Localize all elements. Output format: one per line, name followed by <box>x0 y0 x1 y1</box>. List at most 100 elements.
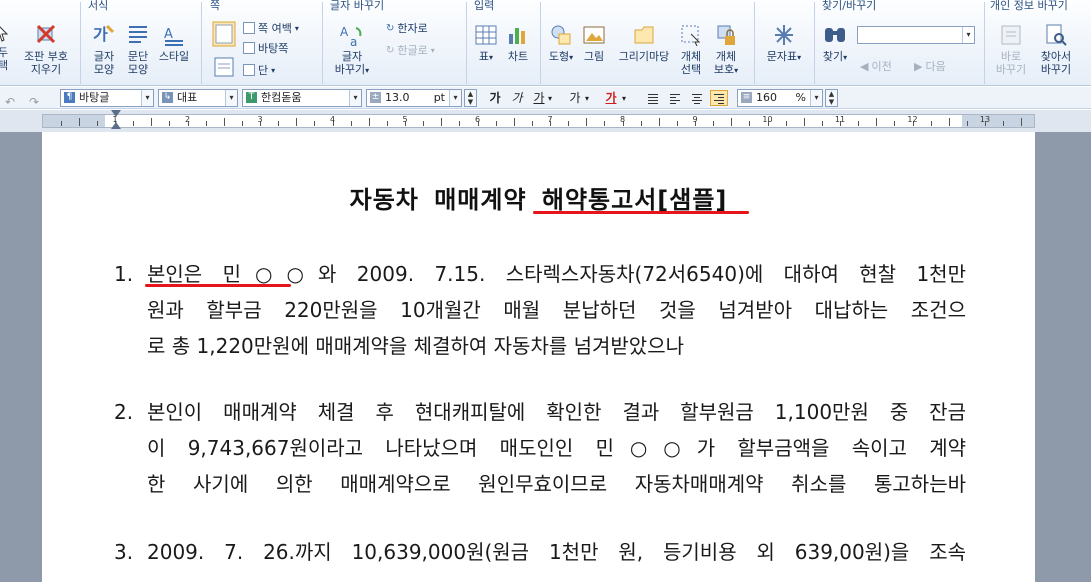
table-button[interactable]: 표▾ <box>472 22 500 64</box>
char-change-button[interactable]: Aa 글자 바꾸기▾ <box>330 22 374 77</box>
columns-label: 단 <box>258 64 269 77</box>
svg-text:가: 가 <box>93 25 108 44</box>
ruler-tick <box>586 118 588 126</box>
redo-button[interactable]: ↷ <box>28 90 46 109</box>
shape-icon <box>551 25 571 45</box>
char-shape-button[interactable]: 가 글자 모양 <box>88 22 120 76</box>
dropdown-arrow-icon: ▾ <box>489 53 494 62</box>
strikethrough-dropdown-icon[interactable]: ▾ <box>583 90 591 107</box>
ribbon-separator <box>466 2 467 84</box>
dropdown-arrow-icon: ▾ <box>271 65 276 75</box>
horizontal-ruler[interactable]: 1 2 3 4 5 6 7 8 9 10 11 12 13 <box>0 110 1091 132</box>
underline-dropdown-icon[interactable]: ▾ <box>546 90 554 107</box>
shape-button[interactable]: 도형▾ <box>546 22 576 64</box>
find-dropdown-icon[interactable]: ▾ <box>962 27 974 43</box>
clear-format-button[interactable]: 조판 부호 지우기 <box>20 22 72 76</box>
paragraph-3: 3. 2009. 7. 26.까지 10,639,000원(원금 1천만 원, … <box>114 534 966 570</box>
bold-button[interactable]: 가 <box>488 90 502 107</box>
page-bg-button[interactable]: 바탕쪽 <box>243 40 288 56</box>
draw-pad-button[interactable]: 그리기마당 <box>612 22 676 63</box>
group-title-format: 서식 <box>88 0 109 12</box>
redo-icon: ↷ <box>29 95 40 109</box>
find-button[interactable]: 찾기▾ <box>818 22 852 64</box>
document-workspace: 자동차 매매계약 해약통고서[샘플] 1. 본인은 민○○와 2009. 7.1… <box>0 132 1091 582</box>
align-left-button[interactable] <box>666 90 684 106</box>
chart-label: 차트 <box>507 50 529 63</box>
table-icon <box>475 25 497 45</box>
partial-button[interactable]: 두 택 <box>0 22 12 72</box>
align-right-button[interactable] <box>710 90 728 106</box>
first-line-indent-handle[interactable] <box>111 110 121 117</box>
picture-button[interactable]: 그림 <box>580 22 608 63</box>
ruler-tick <box>749 121 751 126</box>
style-select[interactable]: ¶ 바탕글 ▾ <box>60 89 154 107</box>
svg-text:A: A <box>164 27 173 42</box>
paragraph-number: 3. <box>114 540 134 564</box>
para-shape-label: 문단 모양 <box>127 50 149 76</box>
chart-button[interactable]: 차트 <box>502 22 534 63</box>
change-now-button[interactable]: 바로 바꾸기 <box>992 22 1030 76</box>
font-select[interactable]: T 한컴돋움 ▾ <box>242 89 362 107</box>
ruler-tick <box>423 121 425 126</box>
hangul-button[interactable]: ↻ 한글로 ▾ <box>386 42 435 58</box>
dropdown-arrow-icon: ▾ <box>365 66 370 75</box>
line-spacing-spinner[interactable]: ▲ ▼ <box>825 89 838 107</box>
ruler-number: 9 <box>692 115 698 124</box>
language-select-value: 대표 <box>177 91 198 104</box>
ruler-tick <box>640 121 642 126</box>
columns-icon <box>243 64 255 76</box>
ruler-number: 4 <box>329 115 336 124</box>
ruler-track[interactable]: 1 2 3 4 5 6 7 8 9 10 11 12 13 <box>42 114 1035 128</box>
font-color-button[interactable]: 가 <box>604 90 618 107</box>
paragraph-line: 2009. 7. 26.까지 10,639,000원(원금 1천만 원, 등기비… <box>147 540 966 564</box>
underline-button[interactable]: 가 <box>532 90 546 107</box>
ruler-tick <box>1021 118 1023 126</box>
paragraph-line: 한 사기에 의한 매매계약으로 원인무효이므로 자동차매매계약 취소를 통고하는… <box>147 472 966 496</box>
find-change-button[interactable]: 찾아서 바꾸기 <box>1034 22 1078 76</box>
style-button[interactable]: A 스타일 <box>156 22 192 63</box>
name-underline-annotation <box>145 284 291 287</box>
ruler-tick <box>151 118 153 126</box>
ruler-tick <box>459 121 461 126</box>
find-next-button[interactable]: ▶ 다음 <box>914 58 946 74</box>
para-shape-button[interactable]: 문단 모양 <box>122 22 154 76</box>
style-select-value: 바탕글 <box>79 91 110 104</box>
align-justify-icon <box>648 94 658 95</box>
object-protect-button[interactable]: 개체 보호▾ <box>708 22 744 77</box>
dropdown-arrow-icon: ▾ <box>734 66 739 75</box>
document-page[interactable]: 자동차 매매계약 해약통고서[샘플] 1. 본인은 민○○와 2009. 7.1… <box>42 132 1035 582</box>
ruler-tick <box>658 118 660 126</box>
font-size-input[interactable]: ± 13.0 pt ▾ <box>366 89 462 107</box>
font-size-spinner[interactable]: ▲ ▼ <box>464 89 477 107</box>
columns-button[interactable]: 단 ▾ <box>243 62 275 78</box>
group-title-find-change: 찾기/바꾸기 <box>822 0 877 12</box>
group-title-page: 쪽 <box>210 0 221 12</box>
find-prev-button[interactable]: ◀ 이전 <box>860 58 892 74</box>
hanja-button[interactable]: ↻ 한자로 <box>386 20 428 36</box>
find-change-icon <box>1046 24 1067 46</box>
object-select-button[interactable]: 개체 선택 <box>678 22 704 76</box>
dropdown-arrow-icon: ▾ <box>430 45 435 55</box>
char-change-label: 글자 바꾸기 <box>334 50 366 76</box>
language-select[interactable]: ↳ 대표 ▾ <box>158 89 238 107</box>
page-border-button[interactable] <box>208 56 240 80</box>
line-spacing-input[interactable]: ≡ 160 % ▾ <box>737 89 823 107</box>
binoculars-icon <box>825 28 845 42</box>
strikethrough-button[interactable]: 가 <box>568 90 582 107</box>
find-input[interactable]: ▾ <box>857 26 975 44</box>
italic-button[interactable]: 가 <box>510 90 524 107</box>
align-justify-button[interactable] <box>644 90 662 106</box>
page-setup-button[interactable] <box>208 20 240 50</box>
align-center-button[interactable] <box>688 90 706 106</box>
undo-button[interactable]: ↶ <box>4 90 22 109</box>
page-margin-label: 쪽 여백 <box>258 22 292 35</box>
page-margin-button[interactable]: 쪽 여백 ▾ <box>243 20 299 36</box>
char-map-button[interactable]: 문자표▾ <box>762 22 806 64</box>
font-color-dropdown-icon[interactable]: ▾ <box>620 90 628 107</box>
ruler-tick <box>531 121 533 126</box>
picture-label: 그림 <box>583 50 605 63</box>
left-indent-handle[interactable] <box>111 122 121 129</box>
arrow-left-icon: ◀ <box>860 59 869 73</box>
chevron-down-icon: ▾ <box>349 90 361 106</box>
ruler-tick <box>858 121 860 126</box>
